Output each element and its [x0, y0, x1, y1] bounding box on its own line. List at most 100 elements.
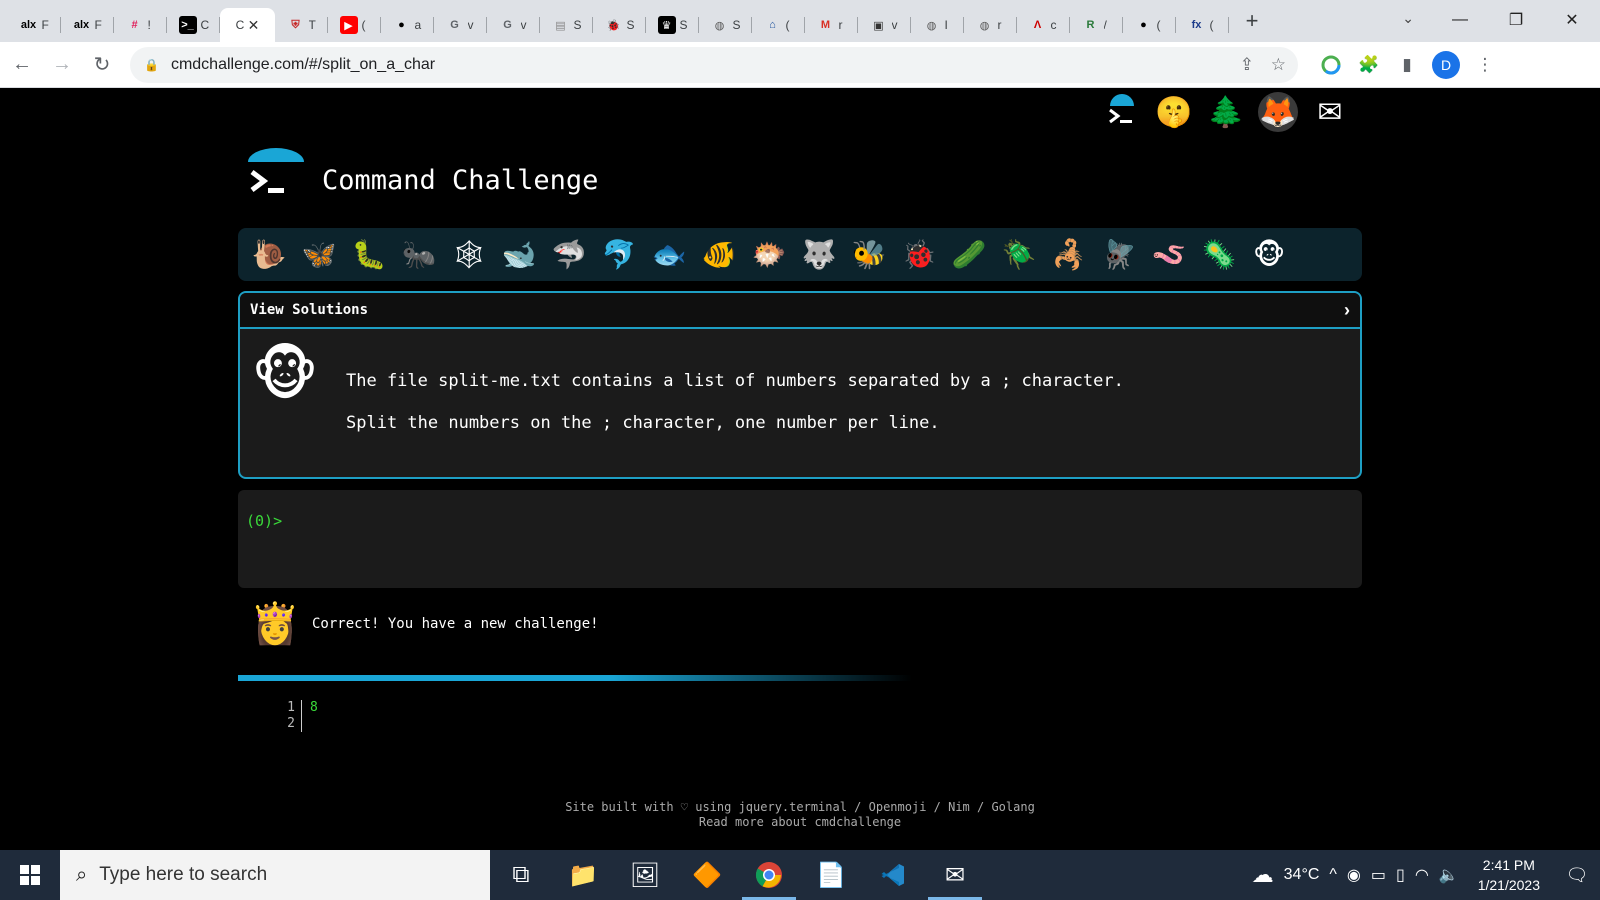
beetle-icon[interactable]: 🪲 — [994, 230, 1044, 280]
close-tab-icon[interactable]: ✕ — [248, 17, 260, 34]
tab-list: alx Falx F #! >_ C C ✕ ⛨ T ▶(● a Gv Gv ▤ S 🐞 S ♛ S ◍ S ⌂(Mr ▣ v ◍… — [0, 0, 1229, 42]
browser-tab[interactable]: ◍ r — [964, 8, 1017, 42]
browser-tab[interactable]: ▶( — [328, 8, 381, 42]
browser-tab[interactable]: ◍ S — [699, 8, 752, 42]
close-window-button[interactable]: ✕ — [1544, 0, 1600, 40]
cucumber-icon[interactable]: 🥒 — [944, 230, 994, 280]
browser-tab[interactable]: #! — [114, 8, 167, 42]
browser-tab[interactable]: ●( — [1123, 8, 1176, 42]
envelope-icon[interactable]: ✉ — [1310, 92, 1350, 132]
side-panel-icon[interactable]: ▮ — [1388, 47, 1426, 83]
taskbar-search-box[interactable]: ⌕ Type here to search — [60, 850, 490, 900]
browser-tab[interactable]: ⌂( — [752, 8, 805, 42]
wolf-icon[interactable]: 🐺 — [794, 230, 844, 280]
browser-tab[interactable]: ● a — [381, 8, 434, 42]
extension-icon[interactable] — [1312, 47, 1350, 83]
tab-title: c — [1050, 18, 1057, 32]
browser-tab[interactable]: alx F — [61, 8, 114, 42]
browser-tab[interactable]: ▤ S — [540, 8, 593, 42]
microbe-icon[interactable]: 🦠 — [1194, 230, 1244, 280]
battery-icon[interactable]: ▭ — [1366, 865, 1391, 885]
ladybug-icon[interactable]: 🐞 — [894, 230, 944, 280]
browser-tab[interactable]: 🐞 S — [593, 8, 646, 42]
fly-icon[interactable]: 🪰 — [1094, 230, 1144, 280]
browser-tab[interactable]: Gv — [434, 8, 487, 42]
browser-tab[interactable]: Λc — [1017, 8, 1070, 42]
puzzle-extensions-icon[interactable]: 🧩 — [1350, 47, 1388, 83]
tropical-fish-icon[interactable]: 🐠 — [694, 230, 744, 280]
monkey-face-icon[interactable]: 🐵 — [1244, 230, 1294, 280]
chevron-right-icon[interactable]: › — [1344, 300, 1350, 321]
address-bar[interactable]: 🔒 cmdchallenge.com/#/split_on_a_char ⇪ ☆ — [130, 46, 1298, 83]
vscode-icon[interactable] — [862, 850, 924, 900]
doc-favicon-icon: ▤ — [555, 19, 566, 32]
shark-icon[interactable]: 🦈 — [544, 230, 594, 280]
whale-icon[interactable]: 🐋 — [494, 230, 544, 280]
ant-icon[interactable]: 🐜 — [394, 230, 444, 280]
tab-title: v — [891, 18, 898, 32]
worm-icon[interactable]: 🪱 — [1144, 230, 1194, 280]
browser-tab[interactable]: Gv — [487, 8, 540, 42]
start-button[interactable] — [0, 850, 60, 900]
view-solutions-header[interactable]: View Solutions › — [240, 293, 1360, 329]
task-view-icon[interactable]: ⧉ — [490, 850, 552, 900]
profile-avatar[interactable]: D — [1432, 50, 1460, 79]
gitlab-fox-icon[interactable]: 🦊 — [1258, 92, 1298, 132]
browser-tab[interactable]: Mr — [805, 8, 858, 42]
bee-icon[interactable]: 🐝 — [844, 230, 894, 280]
notification-center-icon[interactable]: 🗨 — [1554, 850, 1600, 900]
globe-favicon-icon: ◍ — [926, 19, 937, 32]
footer-credits[interactable]: Site built with ♡ using jquery.terminal … — [565, 800, 1035, 814]
browser-tab[interactable]: ◍ I — [911, 8, 964, 42]
browser-tab[interactable]: alx F — [8, 8, 61, 42]
command-challenge-logo-icon[interactable] — [248, 148, 304, 204]
shield-favicon-icon: ⛨ — [291, 18, 300, 31]
minimize-button[interactable]: — — [1432, 0, 1488, 40]
bookmark-star-icon[interactable]: ☆ — [1271, 55, 1286, 75]
shushing-face-icon[interactable]: 🤫 — [1154, 92, 1194, 132]
forward-button[interactable]: → — [44, 47, 80, 83]
image-editor-icon[interactable]: 🖼 — [614, 850, 676, 900]
back-button[interactable]: ← — [4, 47, 40, 83]
restore-button[interactable]: ❐ — [1488, 0, 1544, 40]
browser-tab[interactable]: fx ( — [1176, 8, 1229, 42]
footer-read-more-link[interactable]: Read more about cmdchallenge — [699, 815, 901, 829]
browser-tab[interactable]: >_ C — [167, 8, 220, 42]
browser-tab[interactable]: ♛ S — [646, 8, 699, 42]
terminal-input[interactable]: (0)> — [238, 490, 1362, 588]
snail-icon[interactable]: 🐌 — [244, 230, 294, 280]
volume-icon[interactable]: 🔈 — [1434, 865, 1464, 885]
browser-tab[interactable]: R / — [1070, 8, 1123, 42]
evergreen-tree-icon[interactable]: 🌲 — [1206, 92, 1246, 132]
device-icon[interactable]: ▯ — [1391, 865, 1410, 885]
weather-cloud-icon[interactable]: ☁ — [1247, 862, 1279, 888]
mail-icon[interactable]: ✉ — [924, 850, 986, 900]
weather-temperature[interactable]: 34°C — [1279, 866, 1325, 884]
tab-search-chevron-icon[interactable]: ⌄ — [1402, 10, 1414, 27]
menu-kebab-icon[interactable]: ⋮ — [1466, 47, 1504, 83]
show-hidden-icons-chevron-icon[interactable]: ^ — [1324, 866, 1342, 884]
clock[interactable]: 2:41 PM 1/21/2023 — [1464, 855, 1554, 895]
browser-tab[interactable]: ⛨ T — [275, 8, 328, 42]
file-explorer-icon[interactable]: 📁 — [552, 850, 614, 900]
python-file-icon[interactable]: 📄 — [800, 850, 862, 900]
new-tab-button[interactable]: + — [1237, 6, 1267, 36]
wifi-icon[interactable]: ◠ — [1410, 865, 1434, 885]
reload-button[interactable]: ↻ — [84, 47, 120, 83]
chrome-icon[interactable] — [738, 850, 800, 900]
site-title[interactable]: Command Challenge — [322, 165, 598, 196]
share-icon[interactable]: ⇪ — [1240, 55, 1254, 75]
fish-icon[interactable]: 🐟 — [644, 230, 694, 280]
github-favicon-icon: ● — [1140, 19, 1147, 31]
scorpion-icon[interactable]: 🦂 — [1044, 230, 1094, 280]
spider-web-icon[interactable]: 🕸 — [444, 230, 494, 280]
record-icon[interactable]: ◉ — [1342, 865, 1366, 885]
caterpillar-icon[interactable]: 🐛 — [344, 230, 394, 280]
blowfish-icon[interactable]: 🐡 — [744, 230, 794, 280]
browser-tab[interactable]: ▣ v — [858, 8, 911, 42]
terminal-logo-icon[interactable] — [1102, 92, 1142, 132]
butterfly-icon[interactable]: 🦋 — [294, 230, 344, 280]
vlc-icon[interactable]: 🔶 — [676, 850, 738, 900]
dolphin-icon[interactable]: 🐬 — [594, 230, 644, 280]
browser-tab[interactable]: C ✕ — [220, 8, 275, 42]
